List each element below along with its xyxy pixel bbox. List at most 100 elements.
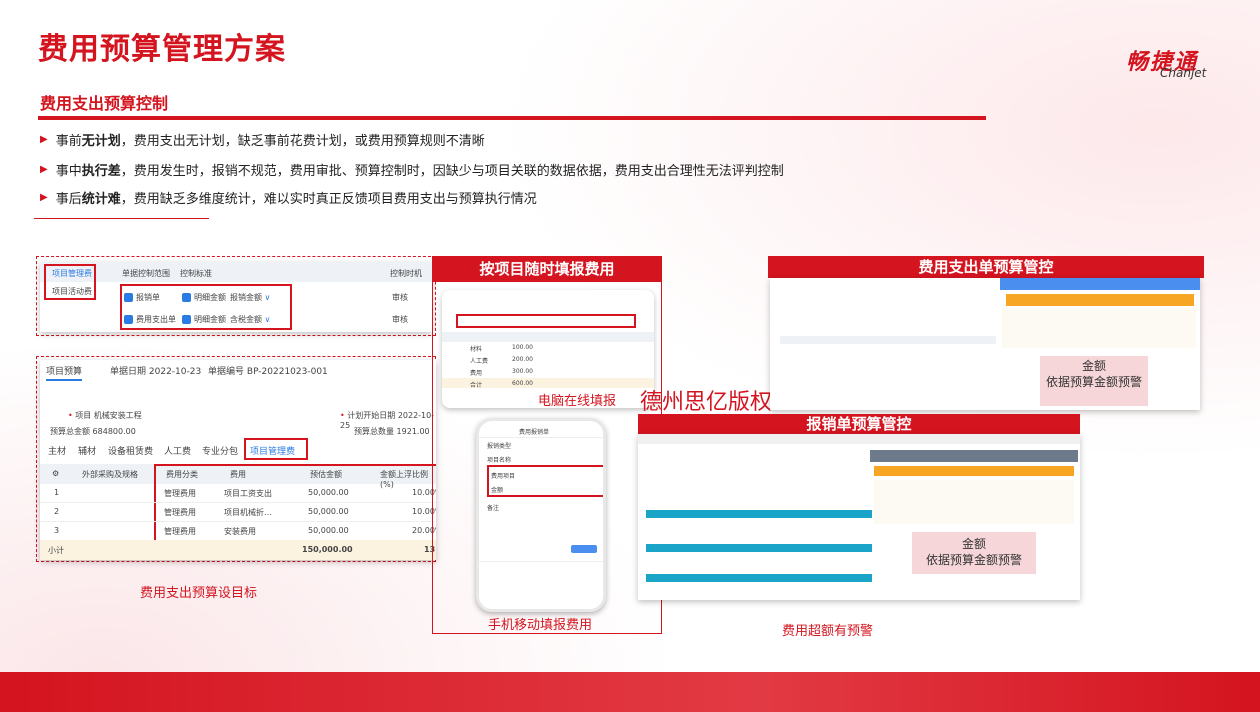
- bullet-text: ，费用缺乏多维度统计，难以实时真正反馈项目费用支出与预算执行情况: [120, 192, 537, 207]
- rule-row[interactable]: 明细金额: [182, 292, 226, 303]
- checkbox-icon[interactable]: [124, 293, 133, 302]
- bullet-2: ▶ 事中 执行差 ，费用发生时，报销不规范，费用审批、预算控制时，因缺少与项目关联的…: [40, 160, 784, 179]
- row-divider: [40, 521, 436, 522]
- watermark: 德州思亿版权: [640, 390, 773, 415]
- checkbox-icon[interactable]: [124, 315, 133, 324]
- caption-mobile: 手机移动填报费用: [488, 618, 593, 633]
- row-cat[interactable]: 管理费用: [164, 488, 196, 499]
- caption-overspend: 费用超额有预警: [782, 624, 874, 639]
- checkbox-icon[interactable]: [182, 293, 191, 302]
- tab-subcontract[interactable]: 专业分包: [202, 444, 238, 457]
- dialog2-body: [874, 480, 1074, 524]
- code-field: 单据编号 BP-20221023-001: [208, 367, 328, 377]
- pc-amt: 100.00: [512, 344, 533, 351]
- triangle-icon: ▶: [40, 164, 48, 175]
- pc-row: 合计: [470, 382, 483, 389]
- rule-timing: 审核: [392, 293, 408, 302]
- phone-row[interactable]: 报销类型: [487, 441, 511, 450]
- tab-project-mgmt[interactable]: 项目管理费: [244, 438, 308, 460]
- rule-timing: 审核: [392, 315, 408, 324]
- rule-std[interactable]: 报销金额 ∨: [230, 292, 270, 303]
- bullet-keyword: 统计难: [81, 192, 121, 207]
- divider: [34, 218, 209, 219]
- warning-note-bottom: 金额 依据预算金额预警: [912, 532, 1036, 574]
- project-field[interactable]: • 项目 机械安装工程: [68, 410, 142, 421]
- menu-item[interactable]: 项目管理费: [52, 268, 92, 279]
- row-cat[interactable]: 管理费用: [164, 526, 196, 537]
- footer-bar: [0, 672, 1260, 712]
- row-amt[interactable]: 50,000.00: [308, 526, 349, 535]
- tab-project-budget[interactable]: 项目预算: [46, 364, 83, 381]
- phone-add-button[interactable]: [571, 545, 597, 553]
- phone-row[interactable]: 项目名称: [487, 455, 511, 464]
- sum-value: 150,000.00: [302, 545, 353, 554]
- row-amt[interactable]: 50,000.00: [308, 488, 349, 497]
- bullet-keyword: 执行差: [81, 164, 121, 179]
- reimburse-budget-banner: 报销单预算管控: [638, 414, 1080, 434]
- pc-form-highlight: [456, 314, 636, 328]
- rule-row[interactable]: 费用支出单: [124, 314, 176, 325]
- bullet-keyword: 无计划: [81, 134, 121, 149]
- pc-row: 费用: [470, 370, 483, 377]
- reimburse-table-header-1: [646, 510, 872, 518]
- phone-row[interactable]: 费用项目: [491, 471, 515, 480]
- dialog-body: [1002, 308, 1196, 348]
- pc-table-header: [442, 332, 654, 342]
- phone-row[interactable]: 备注: [487, 503, 499, 512]
- row-no: 1: [54, 488, 60, 497]
- pc-row: 人工费: [470, 358, 489, 365]
- row-amt[interactable]: 50,000.00: [308, 507, 349, 516]
- row-divider: [40, 502, 436, 503]
- budget-rule-panel: 项目管理费 项目活动费 单据控制范围 控制标准 控制时机 报销单 明细金额 报销…: [40, 262, 432, 332]
- chevron-down-icon: ∨: [264, 315, 271, 324]
- date-field: 单据日期 2022-10-23: [110, 367, 202, 377]
- row-fee[interactable]: 项目机械折…: [224, 507, 272, 518]
- triangle-icon: ▶: [40, 192, 48, 203]
- section-subtitle: 费用支出预算控制: [40, 94, 169, 113]
- bullet-1: ▶ 事前 无计划 ，费用支出无计划，缺乏事前花费计划，或费用预算规则不清晰: [40, 130, 485, 149]
- tab-labor[interactable]: 人工费: [164, 444, 191, 457]
- chevron-down-icon: ∨: [264, 293, 271, 302]
- phone-highlight: [487, 465, 603, 497]
- bullet-text: ，费用支出无计划，缺乏事前花费计划，或费用预算规则不清晰: [120, 134, 485, 149]
- bullet-prefix: 事后: [55, 192, 82, 207]
- sum-label: 小计: [48, 546, 64, 555]
- fill-expense-banner: 按项目随时填报费用: [432, 256, 662, 282]
- dialog2-titlebar: [870, 450, 1078, 462]
- menu-item[interactable]: 项目活动费: [52, 286, 92, 297]
- reimburse-toolbar: [638, 434, 1080, 444]
- rule-row[interactable]: 明细金额: [182, 314, 226, 325]
- pc-amt: 300.00: [512, 368, 533, 375]
- row-cat[interactable]: 管理费用: [164, 507, 196, 518]
- col-header: 控制时机: [390, 269, 422, 278]
- checkbox-icon[interactable]: [182, 315, 191, 324]
- bullet-prefix: 事前: [55, 134, 82, 149]
- tab-aux-material[interactable]: 辅材: [78, 444, 96, 457]
- subtitle-underline: [38, 116, 986, 120]
- caption-pc: 电脑在线填报: [538, 394, 617, 409]
- dialog-titlebar: [1000, 278, 1200, 290]
- col-header: 单据控制范围: [122, 269, 170, 278]
- phone-row[interactable]: 金额: [491, 485, 503, 494]
- rule-std[interactable]: 含税金额 ∨: [230, 314, 270, 325]
- triangle-icon: ▶: [40, 134, 48, 145]
- tab-equipment[interactable]: 设备租赁费: [108, 444, 153, 457]
- reimburse-table-header-3: [646, 574, 872, 582]
- phone-title: 费用报销单: [519, 429, 550, 436]
- settings-icon[interactable]: ⚙: [52, 469, 59, 478]
- budget-form-panel: 项目预算 单据日期 2022-10-23 单据编号 BP-20221023-00…: [40, 360, 436, 560]
- row-fee[interactable]: 安装费用: [224, 526, 256, 537]
- row-no: 2: [54, 507, 60, 516]
- bullet-prefix: 事中: [55, 164, 82, 179]
- bullet-text: ，费用发生时，报销不规范，费用审批、预算控制时，因缺少与项目关联的数据依据，费用…: [120, 164, 784, 179]
- col-header: 外部采购及规格: [82, 470, 138, 479]
- row-fee[interactable]: 项目工资支出: [224, 488, 272, 499]
- pc-amt: 600.00: [512, 380, 533, 387]
- rule-row[interactable]: 报销单: [124, 292, 160, 303]
- rule-header: [40, 262, 432, 282]
- tab-main-material[interactable]: 主材: [48, 444, 66, 457]
- sum-row: [40, 540, 436, 560]
- phone-divider: [479, 561, 603, 562]
- phone-divider: [479, 437, 603, 438]
- dialog-warning-bar: [1006, 294, 1194, 306]
